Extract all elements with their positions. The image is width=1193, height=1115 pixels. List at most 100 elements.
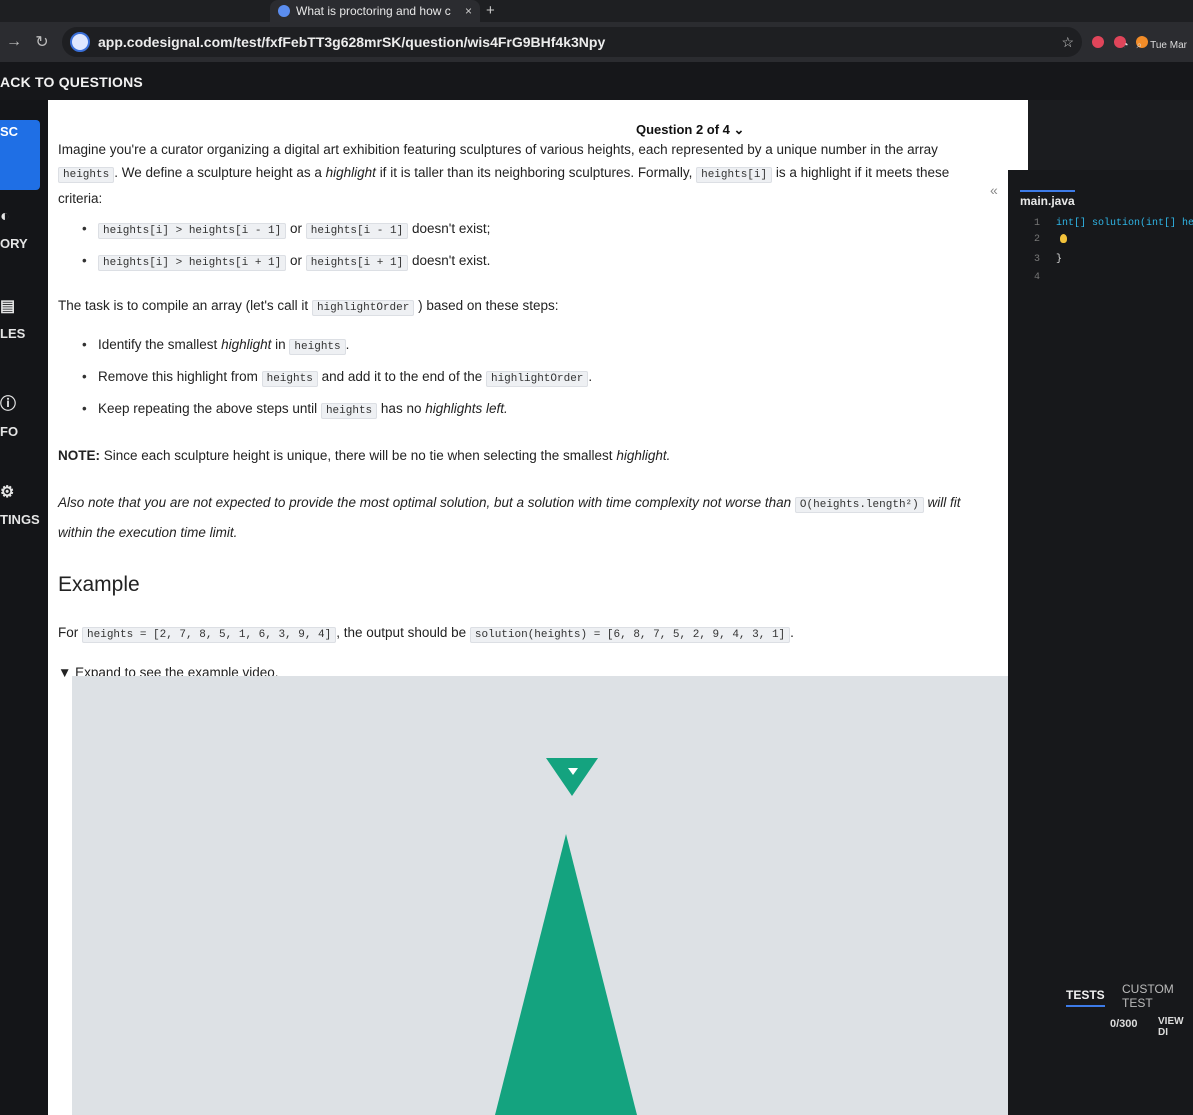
intro-italic: highlight — [325, 165, 376, 180]
list-text: or — [290, 253, 303, 268]
info-icon: ⓘ — [0, 396, 17, 413]
sidebar-item-label: TINGS — [0, 512, 40, 527]
list-text: Identify the smallest — [98, 337, 218, 352]
tab-close-icon[interactable]: × — [465, 4, 472, 18]
intro-paragraph: Imagine you're a curator organizing a di… — [58, 138, 983, 210]
marker-inner-icon — [568, 768, 578, 775]
example-input-code: heights = [2, 7, 8, 5, 1, 6, 3, 9, 4] — [82, 627, 337, 643]
lightbulb-icon[interactable] — [1060, 234, 1067, 243]
test-score: 0/300 — [1110, 1018, 1138, 1030]
example-line: For heights = [2, 7, 8, 5, 1, 6, 3, 9, 4… — [58, 625, 1028, 643]
sidebar-item-label: LES — [0, 326, 26, 341]
list-text: in — [275, 337, 286, 352]
marker-icon — [546, 758, 598, 796]
bookmark-star-icon[interactable]: ☆ — [1061, 34, 1074, 51]
new-tab-button[interactable]: + — [486, 2, 495, 19]
task-text: The task is to compile an array (let's c… — [58, 298, 309, 313]
inline-code: heights — [261, 371, 318, 387]
question-selector[interactable]: Question 2 of 4 ⌄ — [636, 122, 744, 138]
inline-code: heights[i - 1] — [305, 223, 409, 239]
list-item: heights[i] > heights[i - 1] or heights[i… — [58, 214, 1028, 246]
wifi-icon: ◔ — [1122, 40, 1129, 51]
problem-description-panel: Question 2 of 4 ⌄ Imagine you're a curat… — [48, 100, 1028, 1115]
reload-icon[interactable]: ↻ — [28, 32, 56, 52]
list-item: Identify the smallest highlight in heigh… — [58, 330, 1028, 362]
criteria-list: heights[i] > heights[i - 1] or heights[i… — [58, 214, 1028, 278]
note-italic: highlight. — [616, 448, 671, 463]
gear-icon: ⚙ — [0, 484, 15, 501]
extension-icon[interactable] — [1092, 36, 1104, 48]
example-output-code: solution(heights) = [6, 8, 7, 5, 2, 9, 4… — [469, 627, 791, 643]
list-italic: highlights left. — [425, 401, 508, 416]
list-text: . — [345, 337, 350, 352]
inline-code: O(heights.length²) — [794, 497, 924, 513]
list-text: doesn't exist. — [411, 253, 491, 268]
example-video[interactable] — [72, 676, 1020, 1115]
example-text: For — [58, 625, 79, 640]
address-bar[interactable]: app.codesignal.com/test/fxfFebTT3g628mrS… — [62, 27, 1082, 57]
example-text: . — [790, 625, 794, 640]
collapse-panel-icon[interactable]: « — [990, 182, 998, 198]
file-tab[interactable]: main.java — [1020, 190, 1075, 208]
browser-toolbar: → ↻ app.codesignal.com/test/fxfFebTT3g62… — [0, 22, 1193, 62]
sidebar-item-desc[interactable]: SC — [0, 120, 40, 190]
line-number: 3 — [1034, 254, 1041, 265]
app-header: ACK TO QUESTIONS — [0, 62, 1193, 100]
tab-custom-tests[interactable]: CUSTOM TEST — [1122, 982, 1193, 1010]
sidebar-item-label: ORY — [0, 236, 28, 251]
task-paragraph: The task is to compile an array (let's c… — [58, 294, 1028, 320]
left-sidebar: SC ◐ ORY ▤ LES ⓘ FO ⚙ TINGS — [0, 100, 48, 1115]
list-text: Remove this highlight from — [98, 369, 258, 384]
complexity-note: Also note that you are not expected to p… — [58, 489, 998, 547]
line-number: 4 — [1034, 272, 1041, 283]
code-line[interactable]: int[] solution(int[] hei — [1056, 218, 1193, 229]
inline-code: heights[i] > heights[i - 1] — [98, 223, 287, 239]
inline-code: heights — [58, 167, 115, 183]
file-icon: ▤ — [0, 298, 16, 315]
inline-code: heights[i] > heights[i + 1] — [98, 255, 287, 271]
history-icon: ◐ — [0, 208, 10, 225]
intro-text: if it is taller than its neighboring scu… — [379, 165, 693, 180]
sidebar-item-settings[interactable]: ⚙ TINGS — [0, 482, 48, 527]
complexity-text: Also note that you are not expected to p… — [58, 495, 792, 510]
tab-tests[interactable]: TESTS — [1066, 988, 1105, 1007]
line-number: 2 — [1034, 234, 1041, 245]
browser-tab[interactable]: What is proctoring and how c × — [270, 0, 480, 22]
intro-text: . We define a sculpture height as a — [114, 165, 322, 180]
inline-code: heights — [289, 339, 346, 355]
site-info-icon[interactable] — [70, 32, 90, 52]
list-text: or — [290, 221, 303, 236]
inline-code: highlightOrder — [311, 300, 415, 316]
inline-code: heights[i + 1] — [305, 255, 409, 271]
list-text: has no — [380, 401, 422, 416]
example-text: , the output should be — [336, 625, 467, 640]
sculpture-shape — [494, 834, 638, 1115]
search-icon: ⌕ — [1136, 40, 1143, 51]
note-text: Since each sculpture height is unique, t… — [103, 448, 613, 463]
sidebar-item-info[interactable]: ⓘ FO — [0, 390, 48, 439]
url-text[interactable]: app.codesignal.com/test/fxfFebTT3g628mrS… — [98, 34, 1053, 50]
code-editor-panel: main.java 1 int[] solution(int[] hei 2 3… — [1008, 170, 1193, 1115]
tab-title: What is proctoring and how c — [296, 4, 451, 18]
back-to-questions-link[interactable]: ACK TO QUESTIONS — [0, 74, 143, 90]
note-label: NOTE: — [58, 448, 100, 463]
intro-text: Imagine you're a curator organizing a di… — [58, 142, 938, 157]
sidebar-item-label: FO — [0, 424, 19, 439]
example-heading: Example — [58, 573, 140, 596]
task-text: ) based on these steps: — [418, 298, 559, 313]
browser-tab-bar: What is proctoring and how c × + — [0, 0, 1193, 22]
sidebar-item-label: SC — [0, 124, 19, 139]
code-line[interactable]: } — [1056, 254, 1062, 265]
inline-code: highlightOrder — [485, 371, 589, 387]
sidebar-item-files[interactable]: ▤ LES — [0, 296, 48, 341]
note-paragraph: NOTE: Since each sculpture height is uni… — [58, 444, 1028, 467]
list-text: . — [588, 369, 593, 384]
list-item: Keep repeating the above steps until hei… — [58, 394, 1028, 426]
forward-icon[interactable]: → — [0, 33, 28, 51]
list-italic: highlight — [221, 337, 272, 352]
tab-favicon-icon — [278, 5, 290, 17]
line-number: 1 — [1034, 218, 1041, 229]
clock-text: Tue Mar — [1150, 40, 1187, 51]
view-diff-button[interactable]: VIEW DI — [1158, 1016, 1193, 1038]
sidebar-item-history[interactable]: ◐ ORY — [0, 208, 48, 251]
